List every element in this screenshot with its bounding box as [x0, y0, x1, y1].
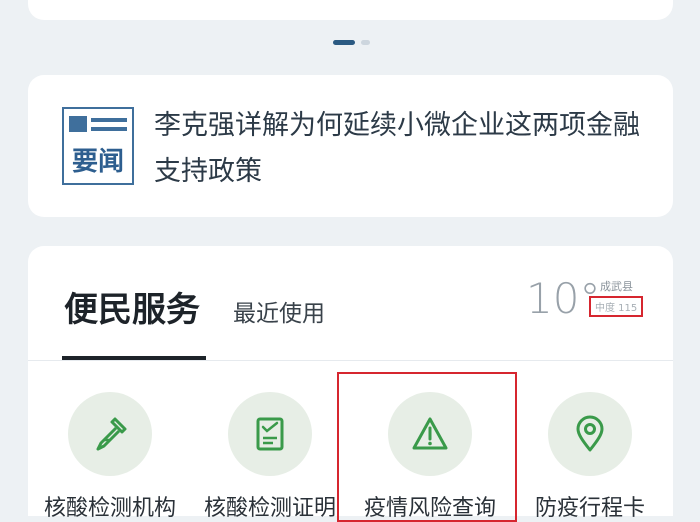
- service-label: 防疫行程卡: [534, 496, 645, 521]
- recent-used-tab[interactable]: 最近使用: [233, 294, 325, 328]
- service-item-testing-agency[interactable]: 核酸检测机构: [30, 390, 190, 521]
- news-badge-icon: 要闻: [62, 107, 134, 185]
- service-item-itinerary-card[interactable]: 防疫行程卡: [510, 390, 670, 521]
- top-banner-card[interactable]: [28, 0, 673, 20]
- service-label: 核酸检测机构: [43, 496, 176, 521]
- service-item-test-certificate[interactable]: 核酸检测证明: [190, 390, 350, 521]
- news-card[interactable]: 要闻 李克强详解为何延续小微企业这两项金融支持政策: [28, 75, 673, 217]
- service-label: 核酸检测证明: [203, 496, 336, 521]
- carousel-dot[interactable]: [361, 40, 370, 45]
- carousel-dot-active[interactable]: [333, 40, 355, 45]
- news-badge-label: 要闻: [71, 147, 124, 177]
- carousel-indicator: [333, 40, 370, 45]
- air-quality-badge: 中度 115: [589, 296, 644, 317]
- weather-city: 成武县: [600, 280, 633, 293]
- location-pin-icon: [576, 415, 604, 452]
- news-headline[interactable]: 李克强详解为何延续小微企业这两项金融支持政策: [154, 103, 654, 195]
- services-title-tab[interactable]: 便民服务: [64, 282, 200, 331]
- dropper-icon: [96, 417, 127, 451]
- document-check-icon: [256, 417, 284, 451]
- convenience-services-card: 便民服务 最近使用 10° 成武县 中度 115 核酸检测机构 核酸检测证明 疫…: [28, 246, 673, 522]
- divider: [28, 360, 673, 361]
